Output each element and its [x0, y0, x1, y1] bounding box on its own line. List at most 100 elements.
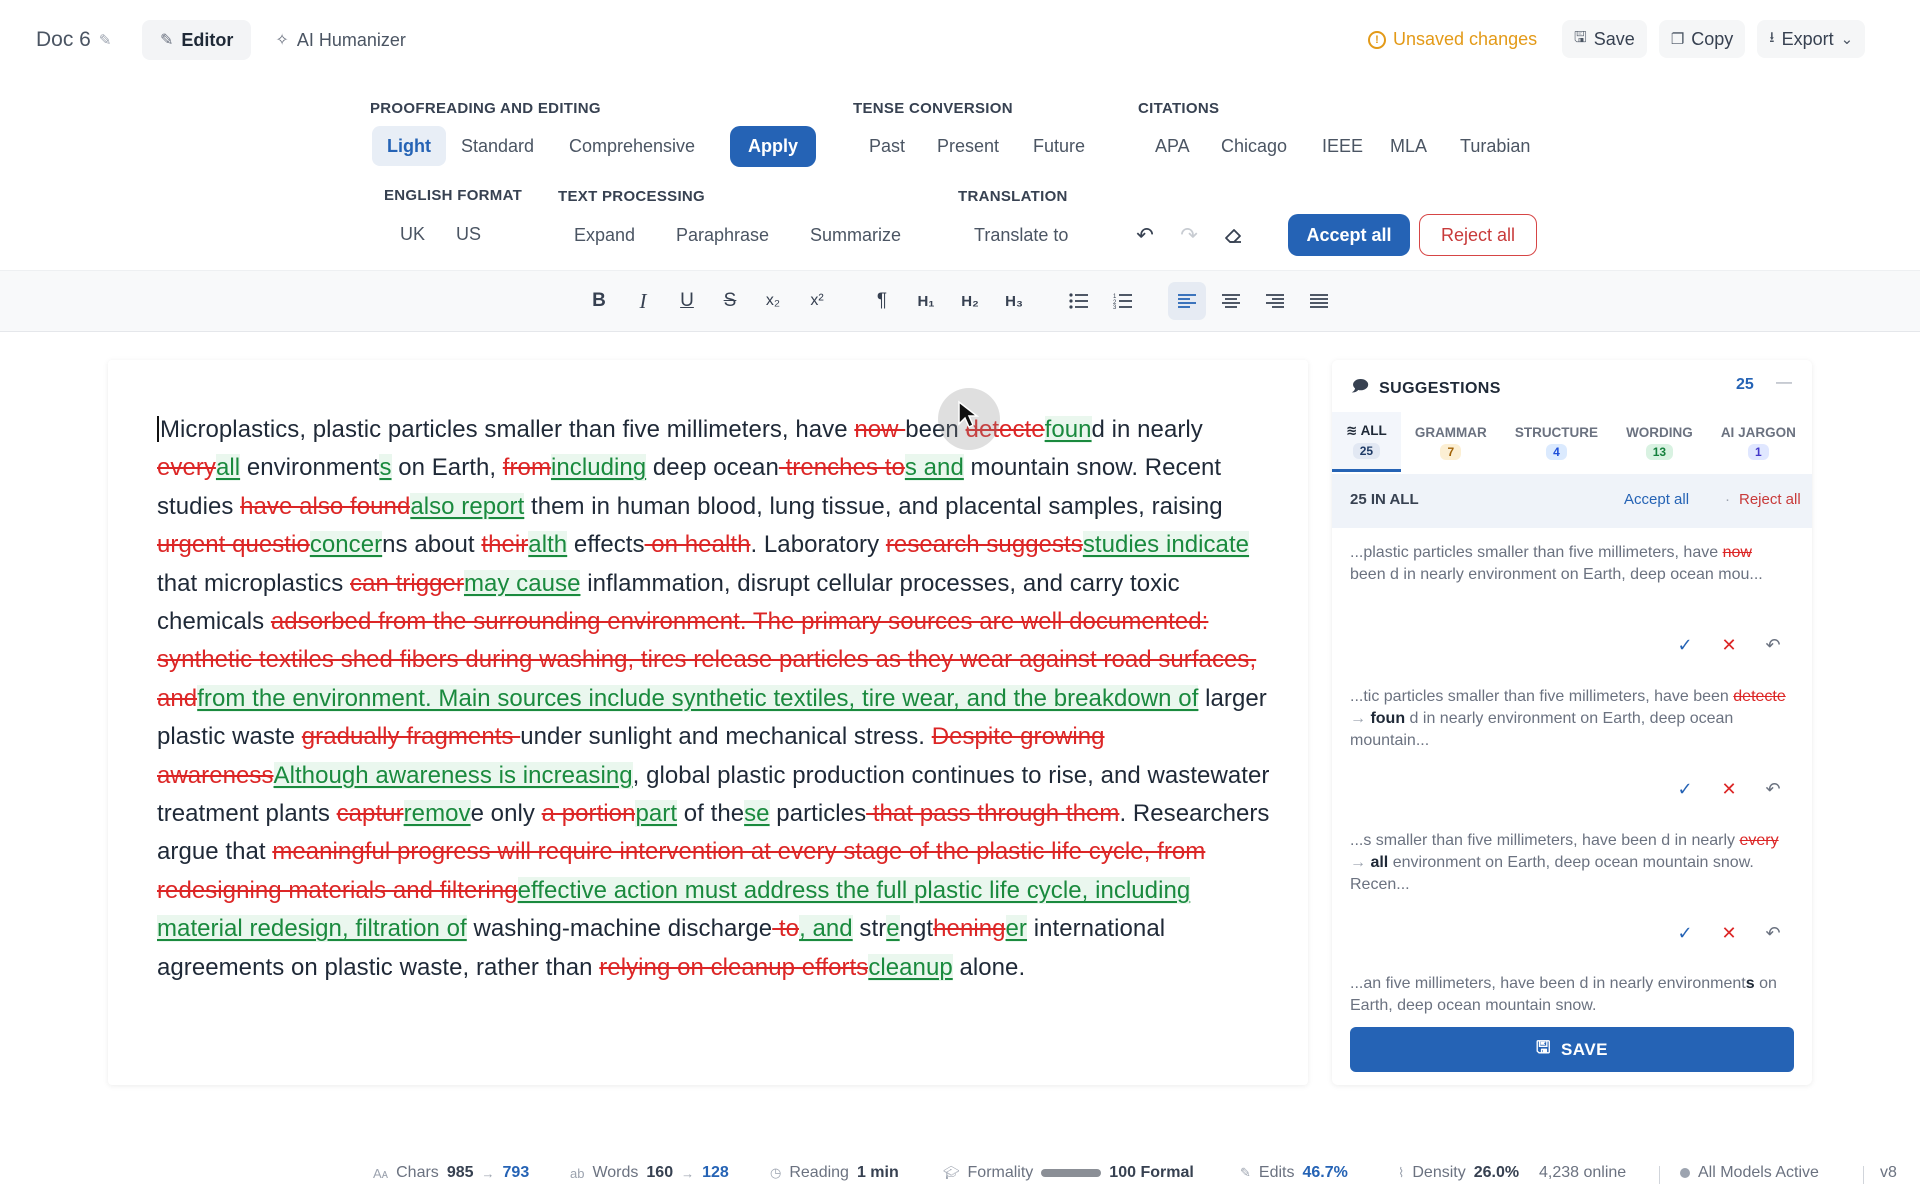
inserted-text[interactable]: part	[635, 800, 678, 828]
document-title[interactable]: Doc 6 ✎	[36, 28, 111, 52]
rename-pencil-icon[interactable]: ✎	[99, 31, 112, 49]
deleted-text[interactable]: urgent questio	[157, 531, 310, 558]
heading-1-icon[interactable]: H₁	[907, 282, 945, 320]
accept-check-icon[interactable]: ✓	[1663, 918, 1707, 948]
deleted-text[interactable]: now	[854, 416, 905, 443]
inserted-text[interactable]: Although awareness is increasing	[273, 761, 633, 789]
deleted-text[interactable]: can trigger	[350, 570, 464, 597]
inserted-text[interactable]: s	[379, 454, 392, 482]
tense-present[interactable]: Present	[922, 126, 1014, 166]
export-button[interactable]: ⭳ Export ⌄	[1757, 20, 1866, 58]
bold-icon[interactable]: B	[580, 282, 618, 320]
revert-icon[interactable]: ↶	[1751, 918, 1795, 948]
deleted-text[interactable]: relying on cleanup efforts	[599, 954, 868, 981]
proofreading-light[interactable]: Light	[372, 126, 446, 166]
align-center-icon[interactable]	[1212, 282, 1250, 320]
citation-chicago[interactable]: Chicago	[1206, 126, 1302, 166]
proofreading-comprehensive[interactable]: Comprehensive	[554, 126, 710, 166]
citation-apa[interactable]: APA	[1140, 126, 1205, 166]
undo-icon[interactable]: ↶	[1130, 220, 1160, 250]
heading-2-icon[interactable]: H₂	[951, 282, 989, 320]
suggestion-card[interactable]: ...plastic particles smaller than five m…	[1350, 542, 1790, 586]
inserted-text[interactable]: cleanup	[868, 953, 953, 981]
accept-check-icon[interactable]: ✓	[1663, 630, 1707, 660]
underline-icon[interactable]: U	[668, 282, 706, 320]
deleted-text[interactable]: that pass through them	[866, 800, 1120, 827]
inserted-text[interactable]: may cause	[463, 569, 581, 597]
subscript-icon[interactable]: x₂	[754, 282, 792, 320]
citation-ieee[interactable]: IEEE	[1307, 126, 1378, 166]
inserted-text[interactable]: all	[215, 454, 241, 482]
reject-x-icon[interactable]: ✕	[1707, 630, 1751, 660]
tab-wording[interactable]: WORDING 13	[1612, 412, 1707, 472]
inserted-text[interactable]: s and	[904, 454, 964, 482]
deleted-text[interactable]: their	[481, 531, 528, 558]
reject-all-button[interactable]: Reject all	[1419, 214, 1537, 256]
tense-past[interactable]: Past	[854, 126, 920, 166]
accept-check-icon[interactable]: ✓	[1663, 774, 1707, 804]
tense-future[interactable]: Future	[1018, 126, 1100, 166]
tab-ai-humanizer[interactable]: ✧ AI Humanizer	[257, 20, 423, 60]
deleted-text[interactable]: trenches to	[779, 454, 905, 481]
inserted-text[interactable]: remov	[403, 800, 471, 828]
document-text[interactable]: Microplastics, plastic particles smaller…	[157, 411, 1277, 987]
eraser-icon[interactable]	[1218, 220, 1248, 250]
paragraph-icon[interactable]: ¶	[863, 282, 901, 320]
deleted-text[interactable]: hening	[933, 915, 1005, 942]
text-summarize[interactable]: Summarize	[795, 215, 916, 255]
numbered-list-icon[interactable]: 123	[1104, 282, 1142, 320]
proofreading-standard[interactable]: Standard	[446, 126, 549, 166]
reject-x-icon[interactable]: ✕	[1707, 918, 1751, 948]
deleted-text[interactable]: a portion	[542, 800, 636, 827]
citation-turabian[interactable]: Turabian	[1445, 126, 1545, 166]
deleted-text[interactable]: every	[157, 454, 216, 481]
accept-all-button[interactable]: Accept all	[1288, 214, 1410, 256]
superscript-icon[interactable]: x²	[798, 282, 836, 320]
deleted-text[interactable]: research suggests	[886, 531, 1083, 558]
text-paraphrase[interactable]: Paraphrase	[661, 215, 784, 255]
deleted-text[interactable]: captur	[337, 800, 404, 827]
heading-3-icon[interactable]: H₃	[995, 282, 1033, 320]
inserted-text[interactable]: concer	[309, 531, 383, 559]
deleted-text[interactable]: to	[772, 915, 799, 942]
suggestion-card[interactable]: ...an five millimeters, have been d in n…	[1350, 973, 1790, 1017]
align-right-icon[interactable]	[1256, 282, 1294, 320]
italic-icon[interactable]: I	[624, 282, 662, 320]
citation-mla[interactable]: MLA	[1375, 126, 1442, 166]
tab-editor[interactable]: ✎ Editor	[142, 20, 252, 60]
inserted-text[interactable]: from the environment. Main sources inclu…	[197, 684, 1199, 712]
revert-icon[interactable]: ↶	[1751, 774, 1795, 804]
save-suggestions-button[interactable]: 🖫 SAVE	[1350, 1027, 1794, 1072]
panel-accept-all-link[interactable]: Accept all	[1624, 491, 1689, 508]
inserted-text[interactable]: studies indicate	[1082, 531, 1250, 559]
justify-icon[interactable]	[1300, 282, 1338, 320]
inserted-text[interactable]: alth	[528, 531, 568, 559]
suggestion-card[interactable]: ...s smaller than five millimeters, have…	[1350, 830, 1790, 896]
inserted-text[interactable]: , and	[799, 915, 853, 943]
translate-to-dropdown[interactable]: Translate to	[959, 215, 1083, 255]
inserted-text[interactable]: foun	[1044, 416, 1092, 443]
collapse-icon[interactable]: —	[1776, 374, 1792, 392]
inserted-text[interactable]: se	[744, 800, 770, 828]
apply-button[interactable]: Apply	[730, 126, 816, 167]
deleted-text[interactable]: from	[503, 454, 551, 481]
tab-all[interactable]: ≋ ALL 25	[1332, 412, 1401, 472]
suggestion-card[interactable]: ...tic particles smaller than five milli…	[1350, 686, 1790, 752]
inserted-text[interactable]: e	[886, 915, 900, 943]
align-left-icon[interactable]	[1168, 282, 1206, 320]
english-us[interactable]: US	[441, 214, 496, 254]
text-expand[interactable]: Expand	[559, 215, 650, 255]
english-uk[interactable]: UK	[385, 214, 440, 254]
deleted-text[interactable]: on health	[645, 531, 751, 558]
panel-reject-all-link[interactable]: Reject all	[1739, 491, 1801, 508]
strikethrough-icon[interactable]: S	[711, 282, 749, 320]
copy-button[interactable]: ❐ Copy	[1658, 20, 1746, 58]
revert-icon[interactable]: ↶	[1751, 630, 1795, 660]
reject-x-icon[interactable]: ✕	[1707, 774, 1751, 804]
document-editor[interactable]: Microplastics, plastic particles smaller…	[108, 360, 1308, 1085]
save-button[interactable]: 🖫 Save	[1562, 20, 1647, 58]
tab-structure[interactable]: STRUCTURE 4	[1501, 412, 1612, 472]
tab-grammar[interactable]: GRAMMAR 7	[1401, 412, 1501, 472]
inserted-text[interactable]: also report	[410, 492, 525, 520]
bullet-list-icon[interactable]	[1060, 282, 1098, 320]
